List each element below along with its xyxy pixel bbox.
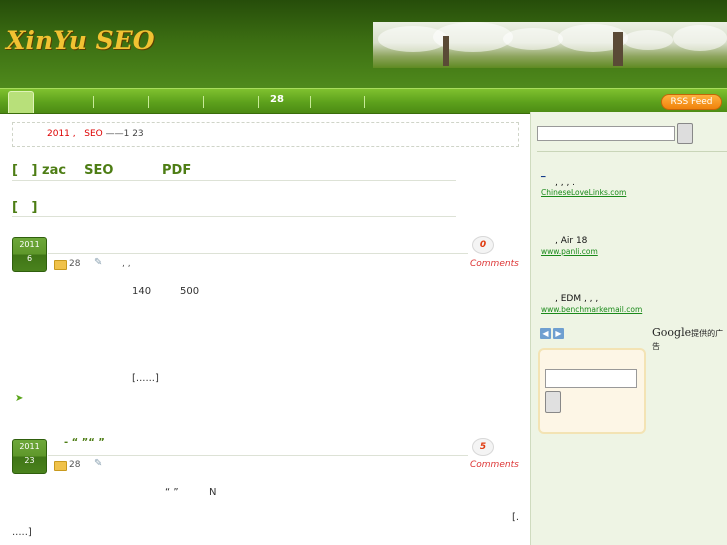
post-tags[interactable]: , , <box>122 259 131 269</box>
ad-text: , , , . <box>555 178 576 188</box>
nav-separator <box>203 96 204 108</box>
post-category[interactable]: 28 <box>69 460 80 470</box>
info-year: 2011 <box>47 129 70 139</box>
google-word: Google <box>652 326 692 339</box>
info-sep: , <box>72 129 76 139</box>
bracket-open: [ <box>12 163 18 178</box>
divider <box>12 216 456 217</box>
ad-title[interactable]: _ <box>541 168 546 178</box>
sidebar-search-button[interactable] <box>677 123 693 144</box>
comment-count-bubble[interactable]: 0 <box>472 236 494 254</box>
info-suffix: ——1 23 <box>105 129 144 139</box>
ad-url[interactable]: www.benchmarkemail.com <box>541 305 642 314</box>
title-word-zac: zac <box>42 163 67 178</box>
badge-day: 23 <box>24 456 35 465</box>
header-banner-image <box>373 22 727 68</box>
post-title-line <box>48 253 468 254</box>
bracket-close: ] <box>31 163 38 178</box>
featured-title-1[interactable]: [ ] zac SEO PDF <box>12 163 191 178</box>
nav-separator <box>364 96 365 108</box>
nav-separator <box>258 96 259 108</box>
post-text-b: N <box>209 487 217 498</box>
next-arrow-icon[interactable]: ▶ <box>553 328 564 339</box>
post-title[interactable]: - “ ”“ ” <box>64 437 105 448</box>
search-button[interactable] <box>545 391 561 413</box>
ad-url[interactable]: ChineseLoveLinks.com <box>541 188 626 197</box>
divider <box>12 180 456 181</box>
badge-year: 2011 <box>19 442 40 451</box>
title-word-pdf: PDF <box>162 163 192 178</box>
nav-separator <box>93 96 94 108</box>
post-text-b: 500 <box>180 286 200 297</box>
post-text-a: “ ” <box>165 487 179 498</box>
sidebar-search-input[interactable] <box>537 126 675 141</box>
read-more-link[interactable]: [......] <box>132 373 159 384</box>
rss-feed-button[interactable]: RSS Feed <box>661 94 722 110</box>
badge-year: 2011 <box>19 240 40 249</box>
tag-icon: ✎ <box>94 458 103 469</box>
divider <box>537 151 727 152</box>
comments-link[interactable]: Comments <box>470 460 519 470</box>
folder-icon <box>54 461 67 471</box>
tag-icon: ✎ <box>94 257 103 268</box>
bracket-open: [ <box>12 200 18 215</box>
post-date-badge: 2011 6 <box>12 237 47 272</box>
post-category[interactable]: 28 <box>69 259 80 269</box>
prev-arrow-icon[interactable]: ◀ <box>540 328 551 339</box>
badge-day: 6 <box>26 254 33 263</box>
bracket-close: ] <box>31 200 38 215</box>
ad-text: , Air 18 <box>555 236 588 246</box>
nav-separator <box>310 96 311 108</box>
ad-url[interactable]: www.panli.com <box>541 247 598 256</box>
title-word-seo: SEO <box>84 163 114 178</box>
info-text: 2011 , SEO ——1 23 <box>47 129 144 139</box>
read-more-start[interactable]: [. <box>512 512 519 523</box>
site-logo[interactable]: XinYu SEO <box>6 26 155 55</box>
arrow-icon[interactable]: ➤ <box>15 393 23 404</box>
info-seo-link[interactable]: SEO <box>84 129 102 139</box>
nav-separator <box>148 96 149 108</box>
nav-item-28[interactable]: 28 <box>270 94 284 105</box>
nav-home-tab[interactable] <box>8 91 34 113</box>
search-input[interactable] <box>545 369 637 388</box>
post-date-badge: 2011 23 <box>12 439 47 474</box>
folder-icon <box>54 260 67 270</box>
ad-text: , EDM , , , <box>555 294 599 304</box>
post-title-line <box>48 455 468 456</box>
featured-title-2[interactable]: [ ] <box>12 200 37 215</box>
google-ads-label: Google提供的广告 <box>652 326 727 352</box>
read-more-tail[interactable]: .....] <box>12 527 32 538</box>
post-text-a: 140 <box>132 286 152 297</box>
comments-link[interactable]: Comments <box>470 259 519 269</box>
comment-count-bubble[interactable]: 5 <box>472 438 494 456</box>
